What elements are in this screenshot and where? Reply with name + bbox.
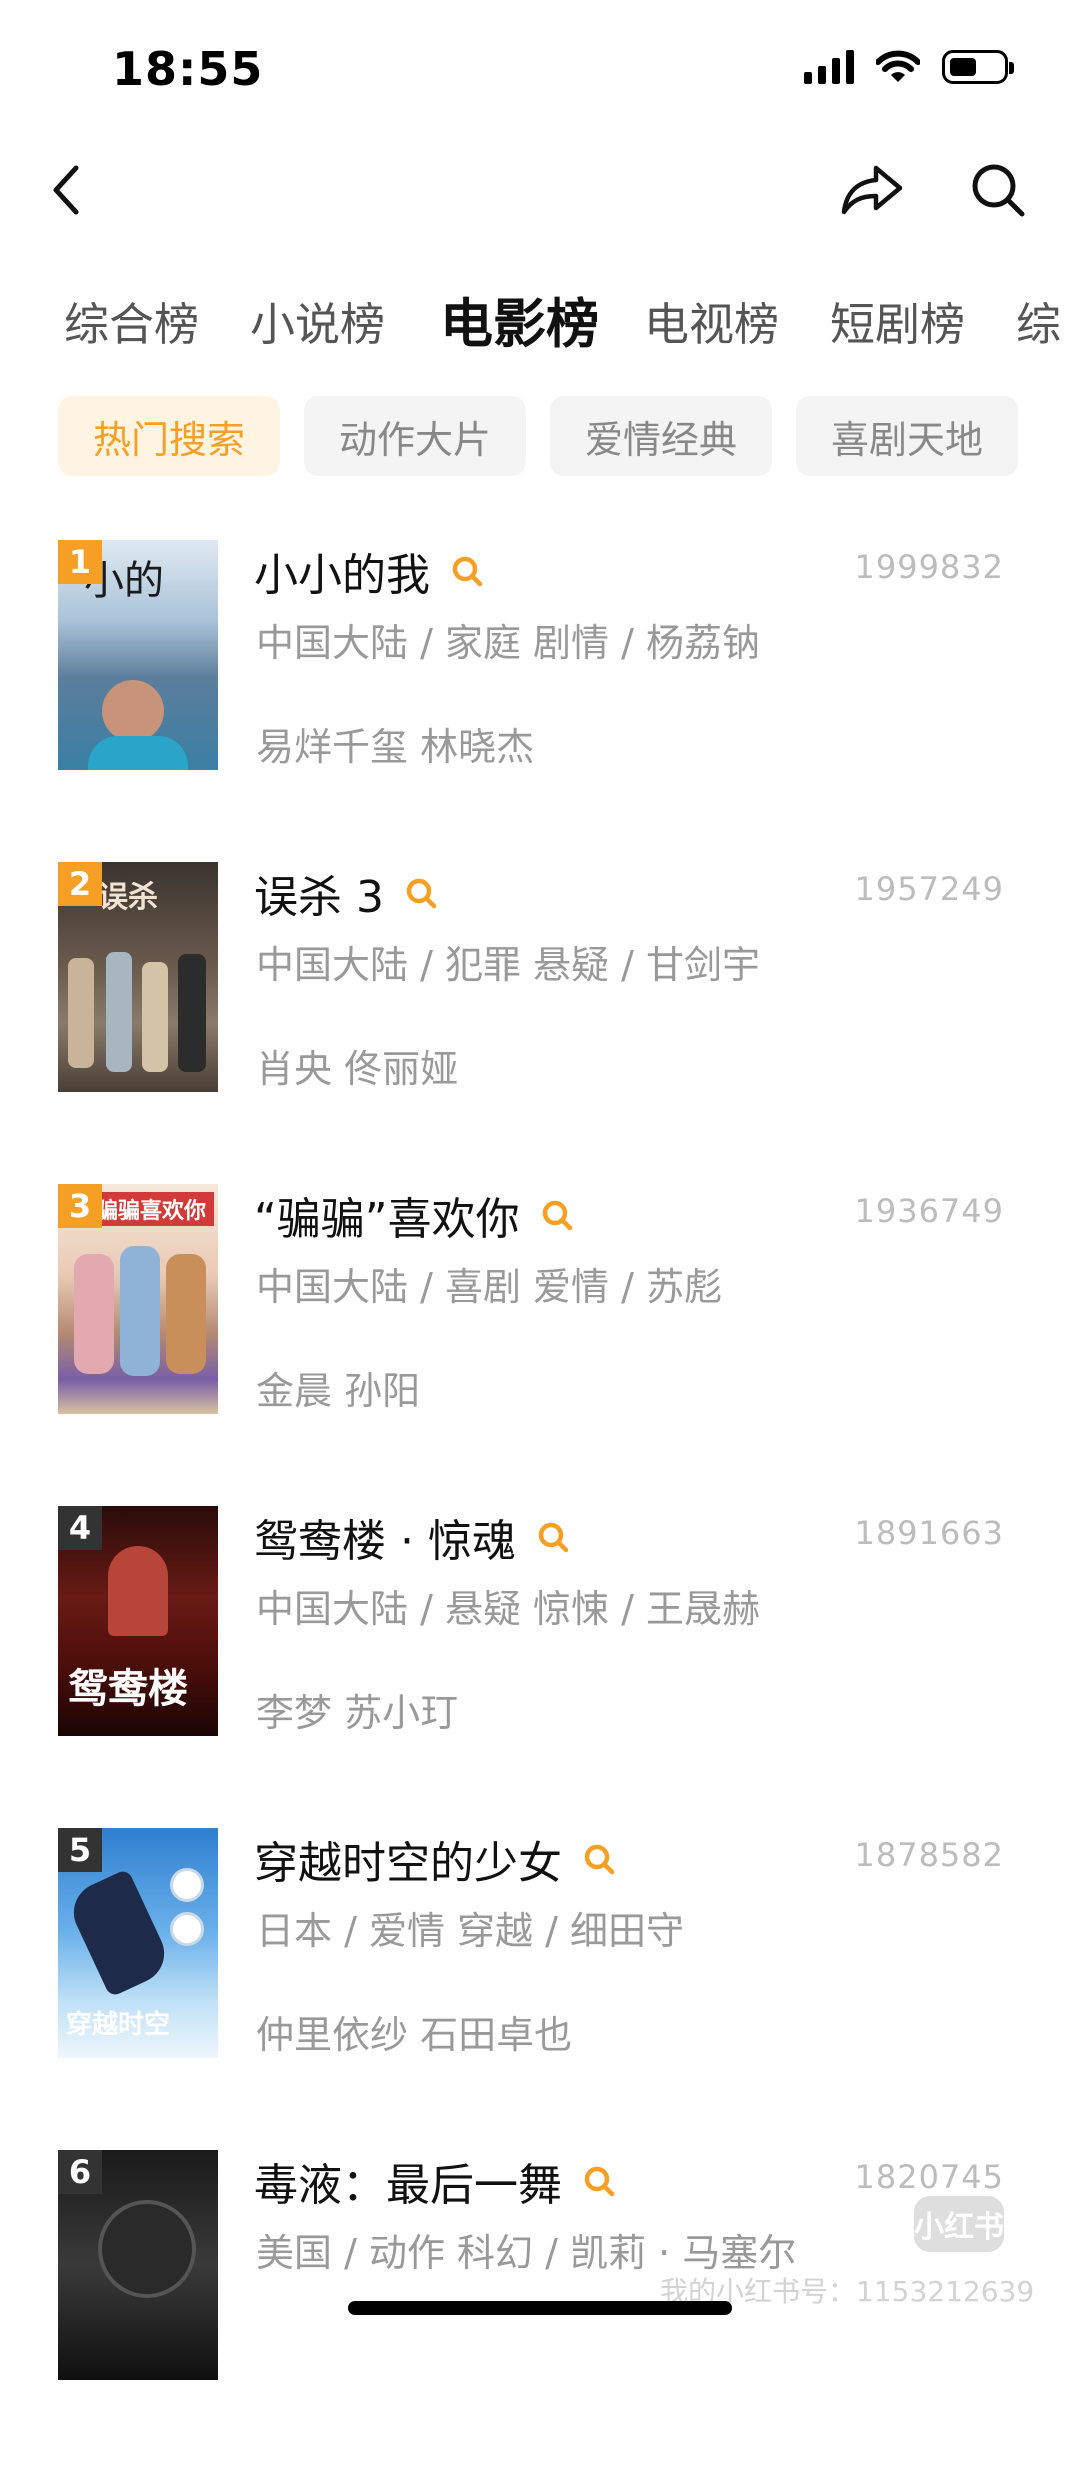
search-count: 1878582 bbox=[854, 1836, 1004, 1874]
search-count: 1957249 bbox=[854, 870, 1004, 908]
movie-meta: 美国 / 动作 科幻 / 凯莉 · 马塞尔 bbox=[256, 2231, 797, 2275]
home-indicator[interactable] bbox=[348, 2301, 732, 2315]
xiaohongshu-watermark-logo: 小红书 bbox=[914, 2196, 1004, 2252]
movie-title: 穿越时空的少女 bbox=[254, 1838, 562, 1889]
movie-poster: 6 bbox=[58, 2150, 218, 2380]
status-time: 18:55 bbox=[112, 42, 264, 96]
tab-short-drama[interactable]: 短剧榜 bbox=[830, 280, 965, 370]
movie-cast: 易烊千玺 林晓杰 bbox=[256, 725, 535, 769]
filter-chips: 热门搜索 动作大片 爱情经典 喜剧天地 bbox=[58, 396, 1018, 480]
tab-movie[interactable]: 电影榜 bbox=[440, 280, 599, 370]
ranking-tabs: 综合榜 小说榜 电影榜 电视榜 短剧榜 综 bbox=[0, 280, 1080, 380]
hot-search-icon bbox=[584, 2166, 615, 2197]
movie-meta: 中国大陆 / 犯罪 悬疑 / 甘剑宇 bbox=[256, 943, 761, 987]
tab-novel[interactable]: 小说榜 bbox=[250, 280, 385, 370]
wifi-icon bbox=[876, 50, 920, 82]
tab-tv[interactable]: 电视榜 bbox=[644, 280, 779, 370]
search-count: 1891663 bbox=[854, 1514, 1004, 1552]
back-icon bbox=[53, 165, 79, 215]
movie-poster: 小的 1 bbox=[58, 540, 218, 770]
search-count: 1820745 bbox=[854, 2158, 1004, 2196]
list-item[interactable]: 鸳鸯楼 4 鸳鸯楼 · 惊魂 1891663 中国大陆 / 悬疑 惊悚 / 王晟… bbox=[0, 1506, 1080, 1828]
movie-poster: 鸳鸯楼 4 bbox=[58, 1506, 218, 1736]
chip-action[interactable]: 动作大片 bbox=[304, 396, 526, 476]
movie-title: 小小的我 bbox=[254, 550, 430, 601]
rank-badge: 2 bbox=[58, 862, 102, 906]
movie-title: 误杀 3 bbox=[254, 872, 384, 923]
rank-badge: 4 bbox=[58, 1506, 102, 1550]
status-bar: 18:55 bbox=[0, 0, 1080, 130]
movie-poster: 骗骗喜欢你 3 bbox=[58, 1184, 218, 1414]
search-button[interactable] bbox=[958, 150, 1038, 230]
search-icon bbox=[972, 164, 1025, 217]
back-button[interactable] bbox=[26, 150, 106, 230]
rank-badge: 3 bbox=[58, 1184, 102, 1228]
search-count: 1936749 bbox=[854, 1192, 1004, 1230]
nav-bar bbox=[0, 130, 1080, 250]
battery-icon bbox=[942, 50, 1014, 84]
chip-hot-search[interactable]: 热门搜索 bbox=[58, 396, 280, 476]
share-icon bbox=[841, 165, 903, 215]
tab-variety[interactable]: 综 bbox=[1016, 280, 1061, 370]
tab-overall[interactable]: 综合榜 bbox=[64, 280, 199, 370]
hot-search-icon bbox=[542, 1200, 572, 1231]
movie-meta: 日本 / 爱情 穿越 / 细田守 bbox=[256, 1909, 685, 1953]
movie-poster: 误杀 2 bbox=[58, 862, 218, 1092]
chip-comedy[interactable]: 喜剧天地 bbox=[796, 396, 1018, 476]
movie-cast: 金晨 孙阳 bbox=[256, 1369, 421, 1413]
hot-search-icon bbox=[406, 878, 437, 909]
movie-meta: 中国大陆 / 喜剧 爱情 / 苏彪 bbox=[256, 1265, 723, 1309]
movie-cast: 仲里依纱 石田卓也 bbox=[256, 2013, 573, 2057]
movie-poster: 穿越时空 5 bbox=[58, 1828, 218, 2058]
movie-meta: 中国大陆 / 家庭 剧情 / 杨荔钠 bbox=[256, 621, 761, 665]
movie-cast: 李梦 苏小玎 bbox=[256, 1691, 459, 1735]
rank-badge: 6 bbox=[58, 2150, 102, 2194]
movie-title: 毒液：最后一舞 bbox=[254, 2160, 562, 2211]
rank-badge: 5 bbox=[58, 1828, 102, 1872]
chip-romance[interactable]: 爱情经典 bbox=[550, 396, 772, 476]
list-item[interactable]: 骗骗喜欢你 3 “骗骗”喜欢你 1936749 中国大陆 / 喜剧 爱情 / 苏… bbox=[0, 1184, 1080, 1506]
movie-title: “骗骗”喜欢你 bbox=[254, 1194, 520, 1245]
cellular-signal-icon bbox=[804, 50, 854, 84]
search-count: 1999832 bbox=[854, 548, 1004, 586]
list-item[interactable]: 穿越时空 5 穿越时空的少女 1878582 日本 / 爱情 穿越 / 细田守 … bbox=[0, 1828, 1080, 2150]
movie-cast: 肖央 佟丽娅 bbox=[256, 1047, 459, 1091]
hot-search-icon bbox=[452, 556, 483, 587]
rank-badge: 1 bbox=[58, 540, 102, 584]
ranking-list: 小的 1 小小的我 1999832 中国大陆 / 家庭 剧情 / 杨荔钠 易烊千… bbox=[0, 540, 1080, 2472]
hot-search-icon bbox=[584, 1844, 615, 1875]
list-item[interactable]: 误杀 2 误杀 3 1957249 中国大陆 / 犯罪 悬疑 / 甘剑宇 肖央 … bbox=[0, 862, 1080, 1184]
status-icons bbox=[804, 50, 1014, 84]
share-button[interactable] bbox=[832, 150, 912, 230]
movie-title: 鸳鸯楼 · 惊魂 bbox=[254, 1516, 516, 1567]
movie-meta: 中国大陆 / 悬疑 惊悚 / 王晟赫 bbox=[256, 1587, 761, 1631]
hot-search-icon bbox=[538, 1522, 569, 1553]
list-item[interactable]: 小的 1 小小的我 1999832 中国大陆 / 家庭 剧情 / 杨荔钠 易烊千… bbox=[0, 540, 1080, 862]
